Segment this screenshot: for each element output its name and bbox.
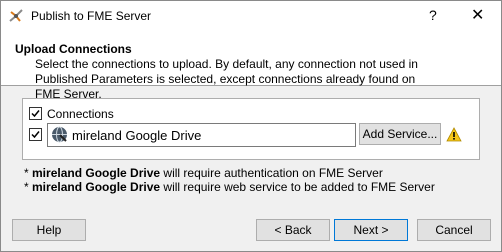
note-line: * mireland Google Drive will require aut… [24, 166, 383, 180]
add-service-button[interactable]: Add Service... [359, 123, 441, 145]
connection-name: mireland Google Drive [72, 128, 202, 143]
connection-item-field[interactable]: mireland Google Drive [47, 123, 356, 147]
connections-group-checkbox[interactable] [29, 107, 42, 120]
back-button[interactable]: < Back [256, 219, 330, 241]
note-connection-name: mireland Google Drive [32, 180, 161, 194]
note-text: will require authentication on FME Serve… [160, 166, 383, 180]
help-button[interactable]: Help [12, 219, 86, 241]
cancel-button[interactable]: Cancel [417, 219, 491, 241]
checkmark-icon [31, 110, 40, 118]
note-text: will require web service to be added to … [160, 180, 435, 194]
help-question-icon[interactable]: ? [429, 7, 437, 23]
next-button[interactable]: Next > [334, 219, 408, 241]
checkmark-icon [31, 131, 40, 139]
window-title: Publish to FME Server [31, 9, 152, 23]
note-connection-name: mireland Google Drive [32, 166, 161, 180]
google-drive-globe-icon [52, 126, 67, 143]
connections-group-label: Connections [47, 107, 114, 121]
connections-panel: Connections mireland Google Drive Add Se… [22, 98, 480, 160]
page-description: Select the connections to upload. By def… [35, 57, 418, 101]
close-icon[interactable]: ✕ [471, 5, 484, 25]
title-bar: Publish to FME Server ? ✕ [1, 1, 501, 31]
note-line: * mireland Google Drive will require web… [24, 180, 435, 194]
note-bullet: * [24, 180, 29, 194]
page-header: Upload Connections Select the connection… [1, 31, 501, 101]
fme-app-icon [9, 9, 23, 22]
publish-dialog: Publish to FME Server ? ✕ Upload Connect… [0, 0, 502, 252]
page-title: Upload Connections [15, 42, 132, 56]
connection-item-checkbox[interactable] [29, 128, 42, 141]
warning-icon [446, 127, 462, 142]
note-bullet: * [24, 166, 29, 180]
